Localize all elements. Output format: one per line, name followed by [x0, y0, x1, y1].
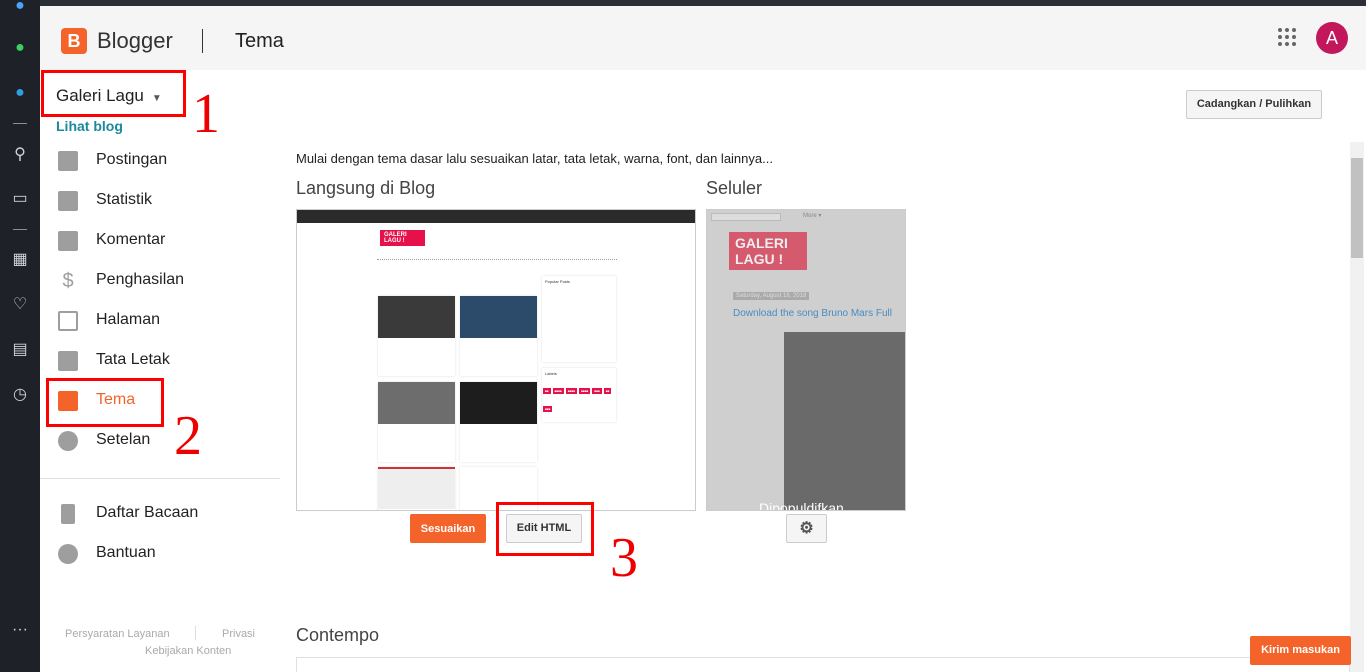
sidebar-item-bantuan[interactable]: Bantuan	[40, 534, 280, 574]
apps-icon[interactable]: ▦	[10, 250, 30, 270]
annotation-number-1: 1	[192, 83, 220, 145]
news-icon[interactable]: ▤	[10, 340, 30, 360]
heart-icon[interactable]: ♡	[10, 295, 30, 315]
sidebar-item-label: Halaman	[96, 311, 161, 328]
labels-label: Labels	[545, 371, 557, 376]
messenger-icon[interactable]: ●	[10, 0, 30, 16]
search-icon[interactable]: ⚲	[10, 145, 30, 165]
gear-icon	[58, 431, 78, 451]
sidebar-item-tata-letak[interactable]: Tata Letak	[40, 341, 280, 381]
annotation-number-3: 3	[610, 527, 638, 589]
dollar-icon: $	[62, 270, 74, 292]
mobile-caption: Dipopuldifkan	[759, 500, 844, 511]
taskbar-dock: ● ● ● ⚲ ▭ ▦ ♡ ▤ ◷ ···	[0, 0, 40, 672]
sidebar-item-komentar[interactable]: Komentar	[40, 221, 280, 261]
annotation-box-1	[41, 70, 186, 117]
backup-restore-button[interactable]: Cadangkan / Pulihkan	[1186, 90, 1322, 119]
avatar[interactable]: A	[1316, 22, 1348, 54]
live-theme-preview[interactable]: GALERI LAGU ! Popular Posts Labels ■■ ■■■■…	[296, 209, 696, 511]
blogger-logo[interactable]: B	[61, 28, 87, 54]
sidebar-item-setelan[interactable]: Setelan	[40, 421, 280, 461]
sidebar-item-statistik[interactable]: Statistik	[40, 181, 280, 221]
wallet-icon[interactable]: ▭	[10, 189, 30, 209]
sidebar-item-label: Postingan	[96, 151, 168, 168]
sidebar-item-daftar-bacaan[interactable]: Daftar Bacaan	[40, 494, 280, 534]
app-header: B Blogger Tema A	[40, 6, 1366, 70]
apps-grid-icon[interactable]	[1278, 28, 1296, 46]
sidebar-item-label: Komentar	[96, 231, 166, 248]
customize-button[interactable]: Sesuaikan	[410, 514, 486, 543]
sidebar-item-label: Statistik	[96, 191, 153, 208]
page-title: Tema	[235, 30, 284, 52]
sidebar-item-label: Tata Letak	[96, 351, 170, 368]
sidebar-item-label: Penghasilan	[96, 271, 185, 288]
content-policy-link[interactable]: Kebijakan Konten	[145, 645, 231, 657]
sidebar: Galeri Lagu ▼ Lihat blog Postingan Statis…	[40, 70, 280, 672]
pages-icon	[58, 311, 78, 331]
comment-icon	[58, 231, 78, 251]
posts-icon	[58, 151, 78, 171]
view-blog-link[interactable]: Lihat blog	[56, 118, 123, 134]
mobile-post-date: Saturday, August 18, 2018	[733, 292, 810, 300]
popular-posts-label: Popular Posts	[545, 279, 570, 284]
preview-blog-logo: GALERI LAGU !	[380, 230, 425, 246]
sidebar-item-label: Bantuan	[96, 544, 156, 561]
brand-name: Blogger	[97, 28, 173, 53]
mobile-heading: Seluler	[706, 178, 763, 198]
send-feedback-button[interactable]: Kirim masukan	[1250, 636, 1351, 665]
annotation-box-2	[46, 378, 164, 427]
mobile-post-title: Download the song Bruno Mars Full	[733, 308, 892, 319]
history-icon[interactable]: ◷	[10, 385, 30, 405]
layout-icon	[58, 351, 78, 371]
mobile-blog-logo: GALERI LAGU !	[729, 232, 807, 270]
annotation-box-3	[496, 502, 594, 556]
stats-icon	[58, 191, 78, 211]
contempo-heading: Contempo	[296, 625, 380, 645]
help-icon	[58, 544, 78, 564]
terms-link[interactable]: Persyaratan Layanan	[65, 628, 170, 640]
sidebar-item-halaman[interactable]: Halaman	[40, 301, 280, 341]
telegram-icon[interactable]: ●	[10, 83, 30, 103]
scrollbar[interactable]	[1350, 142, 1364, 672]
bookmark-icon	[61, 504, 75, 524]
live-blog-heading: Langsung di Blog	[296, 178, 436, 198]
sidebar-item-label: Setelan	[96, 431, 151, 448]
privacy-link[interactable]: Privasi	[222, 628, 255, 640]
mobile-more-menu: More ▾	[803, 213, 822, 219]
sidebar-item-label: Daftar Bacaan	[96, 504, 199, 521]
mobile-settings-gear-icon[interactable]: ⚙	[786, 514, 827, 543]
mobile-theme-preview[interactable]: More ▾ GALERI LAGU ! Saturday, August 18…	[706, 209, 906, 511]
whatsapp-icon[interactable]: ●	[10, 38, 30, 58]
sidebar-item-postingan[interactable]: Postingan	[40, 141, 280, 181]
annotation-number-2: 2	[174, 405, 202, 467]
sidebar-item-penghasilan[interactable]: $ Penghasilan	[40, 261, 280, 301]
intro-text: Mulai dengan tema dasar lalu sesuaikan l…	[296, 151, 773, 166]
more-icon[interactable]: ···	[10, 620, 30, 640]
